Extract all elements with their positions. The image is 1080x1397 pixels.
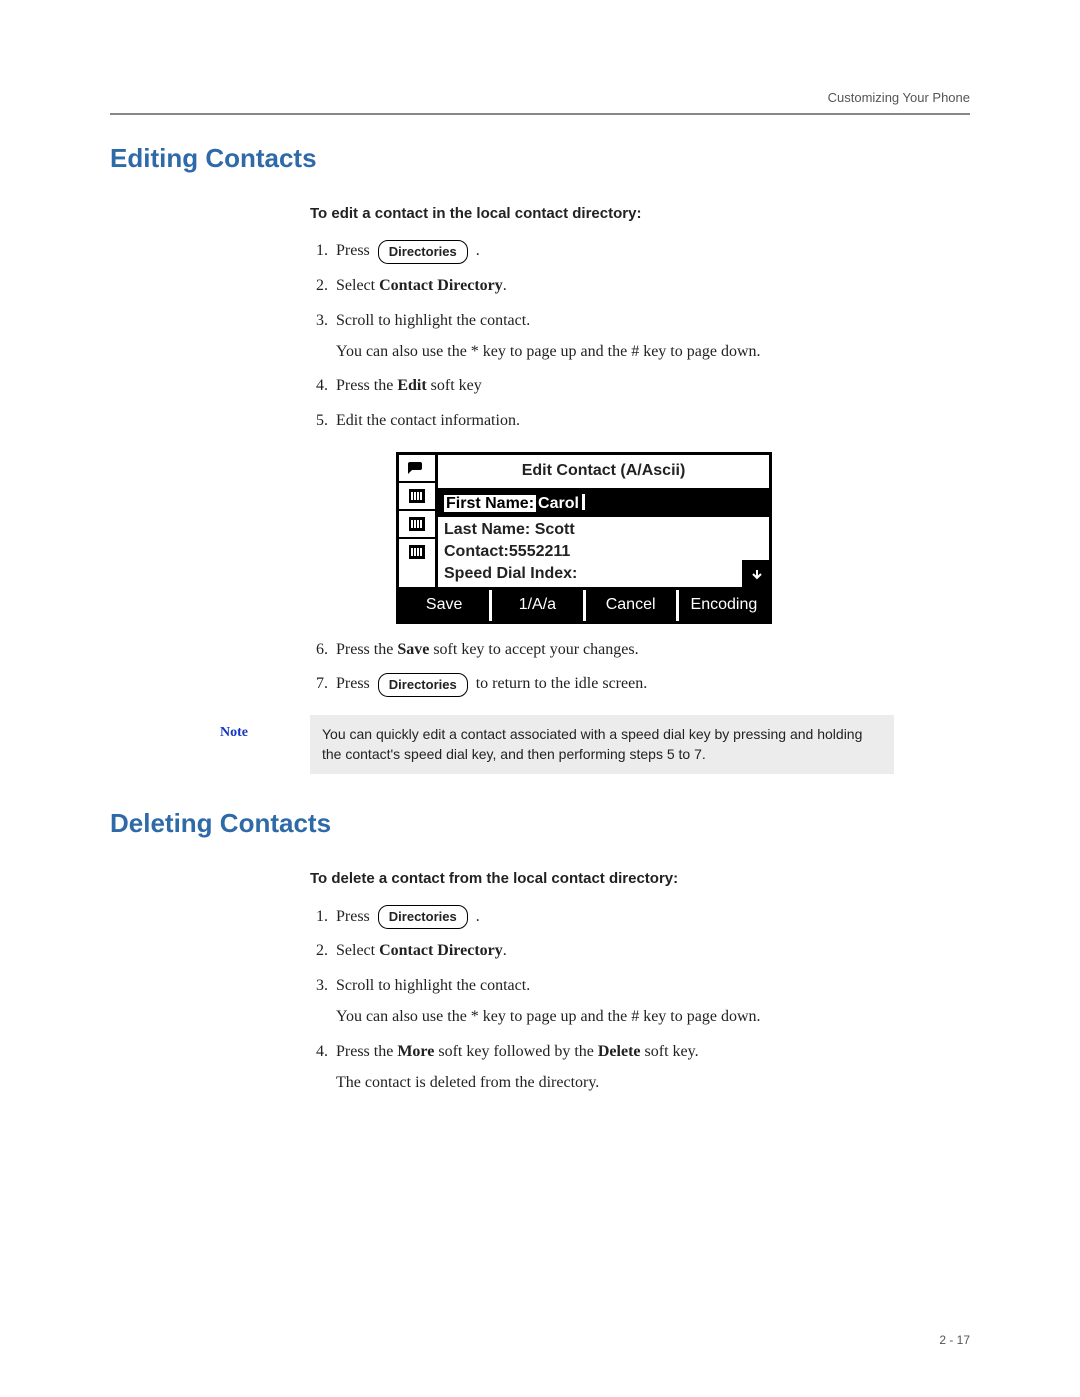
save-softkey-term: Save (397, 641, 429, 658)
lcd-body: First Name:Carol Last Name: Scott Contac… (435, 491, 769, 587)
edit-step-1: Press Directories . (332, 239, 970, 264)
more-softkey-term: More (397, 1043, 434, 1060)
delete-step-4-extra: The contact is deleted from the director… (336, 1071, 970, 1096)
text: soft key to accept your changes. (429, 641, 638, 658)
text: Scroll to highlight the contact. (336, 312, 530, 329)
lcd-softkey-row: Save 1/A/a Cancel Encoding (399, 587, 769, 621)
heading-editing-contacts: Editing Contacts (110, 143, 970, 174)
text: to return to the idle screen. (476, 675, 648, 692)
edit-steps-list: Press Directories . Select Contact Direc… (310, 239, 970, 697)
text: Press (336, 908, 370, 925)
softkey-input-mode: 1/A/a (492, 590, 585, 621)
edit-step-2: Select Contact Directory. (332, 274, 970, 299)
edit-step-6: Press the Save soft key to accept your c… (332, 638, 970, 663)
edit-step-4: Press the Edit soft key (332, 374, 970, 399)
lcd-last-name-value: Scott (535, 521, 575, 538)
phone-line-icon (399, 539, 435, 565)
softkey-save: Save (399, 590, 492, 621)
edit-procedure-heading: To edit a contact in the local contact d… (310, 202, 970, 225)
delete-step-2: Select Contact Directory. (332, 939, 970, 964)
text: soft key followed by the (434, 1043, 598, 1060)
delete-step-3: Scroll to highlight the contact. You can… (332, 974, 970, 1030)
note-label: Note (220, 715, 310, 741)
lcd-field-label: Last Name: (444, 521, 530, 538)
text: Select (336, 277, 379, 294)
page-number: 2 - 17 (939, 1333, 970, 1347)
delete-steps-list: Press Directories . Select Contact Direc… (310, 905, 970, 1096)
text: Press (336, 675, 370, 692)
text: Select (336, 942, 379, 959)
contact-directory-term: Contact Directory (379, 942, 503, 959)
phone-line-icon (399, 455, 435, 483)
text: Press the (336, 377, 397, 394)
edit-step-7: Press Directories to return to the idle … (332, 672, 970, 697)
directories-key: Directories (378, 673, 468, 697)
contact-directory-term: Contact Directory (379, 277, 503, 294)
softkey-cancel: Cancel (586, 590, 679, 621)
running-header: Customizing Your Phone (110, 90, 970, 105)
lcd-field-label: Speed Dial Index: (444, 565, 577, 582)
directories-key: Directories (378, 905, 468, 929)
heading-deleting-contacts: Deleting Contacts (110, 808, 970, 839)
lcd-field-label: Contact: (444, 543, 509, 560)
header-rule (110, 113, 970, 115)
phone-line-icon (399, 483, 435, 511)
text: . (503, 277, 507, 294)
text: . (476, 908, 480, 925)
text: Press (336, 242, 370, 259)
edit-softkey-term: Edit (397, 377, 426, 394)
text-cursor-icon (582, 494, 585, 510)
lcd-line-icons (399, 455, 435, 587)
text: Scroll to highlight the contact. (336, 977, 530, 994)
lcd-title: Edit Contact (A/Ascii) (435, 455, 769, 491)
lcd-contact-value: 5552211 (509, 543, 570, 560)
edit-step-3: Scroll to highlight the contact. You can… (332, 309, 970, 365)
delete-step-1: Press Directories . (332, 905, 970, 930)
note-callout: Note You can quickly edit a contact asso… (220, 715, 970, 774)
text: Edit the contact information. (336, 412, 520, 429)
phone-line-icon (399, 511, 435, 539)
note-text: You can quickly edit a contact associate… (310, 715, 894, 774)
text: Press the (336, 1043, 397, 1060)
text: soft key. (641, 1043, 699, 1060)
delete-softkey-term: Delete (598, 1043, 641, 1060)
softkey-encoding: Encoding (679, 590, 769, 621)
edit-step-5: Edit the contact information. (332, 409, 970, 623)
text: . (503, 942, 507, 959)
scroll-down-icon (742, 560, 772, 590)
phone-lcd-screenshot: Edit Contact (A/Ascii) First Name:Carol … (396, 452, 970, 624)
lcd-field-label: First Name: (444, 495, 536, 512)
delete-step-3-extra: You can also use the * key to page up an… (336, 1005, 970, 1030)
delete-procedure-heading: To delete a contact from the local conta… (310, 867, 970, 890)
text: Press the (336, 641, 397, 658)
text: . (476, 242, 480, 259)
delete-step-4: Press the More soft key followed by the … (332, 1040, 970, 1096)
lcd-first-name-value: Carol (536, 495, 581, 512)
text: soft key (427, 377, 482, 394)
edit-step-3-extra: You can also use the * key to page up an… (336, 340, 970, 365)
directories-key: Directories (378, 240, 468, 264)
